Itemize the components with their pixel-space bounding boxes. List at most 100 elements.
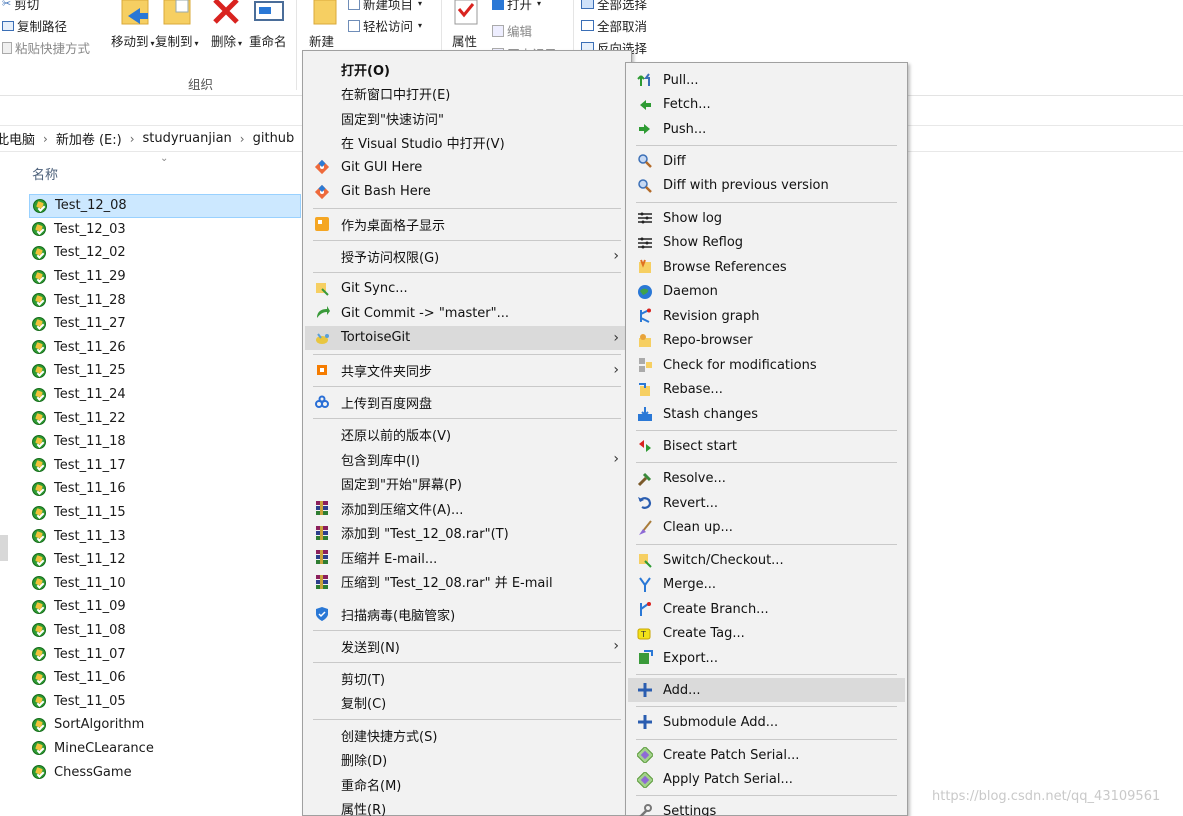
tortoisegit-menu-item[interactable]: Merge... [628, 573, 905, 597]
file-list-item[interactable]: Test_11_26 [29, 336, 301, 360]
new-folder-button[interactable]: 新建 [309, 31, 334, 50]
tortoisegit-menu-item[interactable]: Bisect start [628, 434, 905, 458]
context-menu-item[interactable]: 压缩到 "Test_12_08.rar" 并 E-mail [305, 570, 629, 594]
context-menu-item[interactable]: 打开(O) [305, 57, 629, 81]
move-to-button[interactable]: 移动到 ▾ [111, 31, 155, 50]
easy-access-button[interactable]: 轻松访问 ▾ [348, 16, 422, 35]
context-menu-item[interactable]: 重命名(M) [305, 772, 629, 796]
context-menu-item[interactable]: Git Bash Here [305, 180, 629, 204]
select-all-button[interactable]: 全部选择 [581, 0, 647, 13]
tortoisegit-menu-item[interactable]: Repo-browser [628, 329, 905, 353]
paste-shortcut-button[interactable]: 粘贴快捷方式 [2, 38, 90, 57]
file-list-item[interactable]: Test_11_08 [29, 619, 301, 643]
cut-button[interactable]: ✂ 剪切 [2, 0, 39, 13]
context-menu-item[interactable]: 添加到 "Test_12_08.rar"(T) [305, 521, 629, 545]
context-menu-item[interactable]: TortoiseGit › [305, 325, 629, 350]
tortoisegit-menu-item[interactable]: Switch/Checkout... [628, 548, 905, 572]
tortoisegit-menu-item[interactable]: Show log [628, 206, 905, 230]
context-menu-item[interactable]: 作为桌面格子显示 [305, 212, 629, 236]
context-menu-item[interactable]: 授予访问权限(G) › [305, 244, 629, 268]
context-menu-item[interactable]: 压缩并 E-mail... [305, 545, 629, 569]
open-button[interactable]: 打开 ▾ [492, 0, 541, 13]
file-list-item[interactable]: Test_11_16 [29, 477, 301, 501]
copy-path-button[interactable]: 复制路径 [2, 16, 67, 35]
context-menu-item[interactable]: Git Commit -> "master"... [305, 301, 629, 325]
context-menu-item[interactable]: 删除(D) [305, 748, 629, 772]
tortoisegit-menu-item[interactable]: Show Reflog [628, 231, 905, 255]
file-list-item[interactable]: Test_11_25 [29, 359, 301, 383]
scrollbar-thumb[interactable] [0, 535, 8, 561]
tortoisegit-menu-item[interactable]: Revert... [628, 491, 905, 515]
tortoisegit-menu-item[interactable]: Rebase... [628, 378, 905, 402]
tortoisegit-menu-item[interactable]: Revision graph [628, 304, 905, 328]
context-menu-item[interactable]: 创建快捷方式(S) [305, 723, 629, 747]
tortoisegit-menu-item[interactable]: Settings [628, 799, 905, 816]
tortoisegit-menu-item[interactable]: Resolve... [628, 467, 905, 491]
file-list-item[interactable]: MineCLearance [29, 737, 301, 761]
context-menu-item[interactable]: Git GUI Here [305, 155, 629, 179]
tortoisegit-menu-item[interactable]: Browse References [628, 255, 905, 279]
file-list-item[interactable]: Test_11_22 [29, 406, 301, 430]
context-menu-item[interactable]: 扫描病毒(电脑管家) [305, 602, 629, 626]
rename-button[interactable]: 重命名 [249, 31, 287, 50]
delete-button[interactable]: 删除 ▾ [211, 31, 242, 50]
file-list-item[interactable]: Test_12_08 [29, 194, 301, 218]
tortoisegit-menu-item[interactable]: Diff [628, 149, 905, 173]
file-list-item[interactable]: Test_12_02 [29, 241, 301, 265]
select-none-button[interactable]: 全部取消 [581, 16, 647, 35]
tortoisegit-menu-item[interactable]: Diff with previous version [628, 174, 905, 198]
breadcrumb-this-pc[interactable]: 此电脑 [0, 129, 35, 148]
file-list-item[interactable]: Test_11_10 [29, 572, 301, 596]
context-menu-item[interactable]: 在 Visual Studio 中打开(V) [305, 131, 629, 155]
tortoisegit-menu-item[interactable]: Add... [628, 678, 905, 702]
breadcrumb-studyruanjian[interactable]: studyruanjian [143, 131, 232, 146]
properties-button[interactable]: 属性 [452, 31, 477, 50]
file-list-item[interactable]: Test_11_09 [29, 595, 301, 619]
tortoisegit-menu-item[interactable]: Stash changes [628, 402, 905, 426]
file-list-item[interactable]: Test_11_24 [29, 383, 301, 407]
new-item-button[interactable]: 新建项目 ▾ [348, 0, 422, 13]
context-menu-item[interactable]: 包含到库中(I) › [305, 447, 629, 471]
tortoisegit-menu-item[interactable]: Apply Patch Serial... [628, 768, 905, 792]
file-list-item[interactable]: SortAlgorithm [29, 713, 301, 737]
context-menu-item[interactable]: 剪切(T) [305, 666, 629, 690]
context-menu-item[interactable]: 发送到(N) › [305, 634, 629, 658]
tortoisegit-menu-item[interactable]: Daemon [628, 280, 905, 304]
tortoisegit-menu-item[interactable]: Clean up... [628, 516, 905, 540]
file-list-item[interactable]: Test_11_17 [29, 454, 301, 478]
tortoisegit-menu-item[interactable]: Check for modifications [628, 353, 905, 377]
copy-to-button[interactable]: 复制到 ▾ [155, 31, 199, 50]
file-list-item[interactable]: Test_11_06 [29, 666, 301, 690]
context-menu-item[interactable]: 复制(C) [305, 691, 629, 715]
tortoisegit-menu-item[interactable]: Fetch... [628, 93, 905, 117]
tortoisegit-menu-item[interactable]: T Create Tag... [628, 622, 905, 646]
tortoisegit-menu-item[interactable]: Pull... [628, 68, 905, 92]
context-menu-item[interactable]: Git Sync... [305, 277, 629, 301]
tortoisegit-menu-item[interactable]: Export... [628, 646, 905, 670]
file-list-item[interactable]: Test_11_15 [29, 501, 301, 525]
file-list-item[interactable]: Test_11_27 [29, 312, 301, 336]
tortoisegit-menu-item[interactable]: Create Patch Serial... [628, 743, 905, 767]
context-menu-item[interactable]: 固定到"开始"屏幕(P) [305, 472, 629, 496]
file-list-item[interactable]: Test_12_03 [29, 218, 301, 242]
context-menu-item[interactable]: 固定到"快速访问" [305, 106, 629, 130]
tortoisegit-menu-item[interactable]: Create Branch... [628, 597, 905, 621]
tortoisegit-menu-item[interactable]: Push... [628, 117, 905, 141]
breadcrumb-github[interactable]: github [253, 131, 295, 146]
breadcrumb-drive-e[interactable]: 新加卷 (E:) [56, 129, 122, 148]
file-list-item[interactable]: Test_11_29 [29, 265, 301, 289]
file-list-item[interactable]: Test_11_05 [29, 689, 301, 713]
file-list-item[interactable]: ChessGame [29, 760, 301, 784]
context-menu-item[interactable]: 还原以前的版本(V) [305, 423, 629, 447]
file-list-item[interactable]: Test_11_13 [29, 524, 301, 548]
context-menu-item[interactable]: 添加到压缩文件(A)... [305, 496, 629, 520]
context-menu-item[interactable]: 共享文件夹同步 › [305, 358, 629, 382]
file-list-item[interactable]: Test_11_12 [29, 548, 301, 572]
context-menu-item[interactable]: 属性(R) [305, 797, 629, 816]
column-header-name[interactable]: 名称 [32, 164, 58, 183]
tortoisegit-menu-item[interactable]: Submodule Add... [628, 710, 905, 734]
file-list-item[interactable]: Test_11_07 [29, 642, 301, 666]
context-menu-item[interactable]: 在新窗口中打开(E) [305, 82, 629, 106]
context-menu-item[interactable]: 上传到百度网盘 [305, 390, 629, 414]
file-list-item[interactable]: Test_11_18 [29, 430, 301, 454]
